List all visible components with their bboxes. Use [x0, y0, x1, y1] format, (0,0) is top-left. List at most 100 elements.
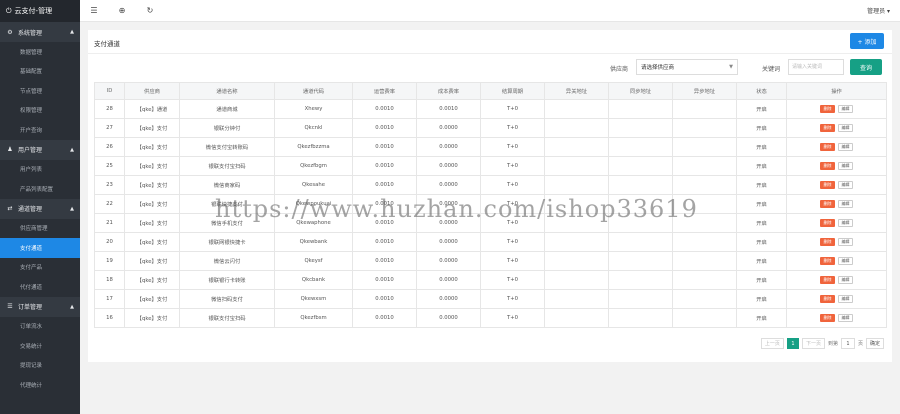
sidebar-item[interactable]: 基础配置 — [0, 62, 80, 82]
sidebar-item[interactable]: 订单流水 — [0, 317, 80, 337]
sidebar-item[interactable]: 代付通道 — [0, 277, 80, 297]
delete-button[interactable]: 删除 — [820, 257, 835, 265]
content-panel: 支付通道 + 添加 供应商 请选择供应商 ▼ 关键词 查询 ID供应商通道名称通… — [88, 30, 892, 362]
table-cell: 0.0000 — [416, 251, 481, 271]
menu-group: ⇄ 通道管理 ▲ 供应商管理 支付通道 支付产品 代付通道 — [0, 198, 80, 297]
edit-button[interactable]: 编辑 — [838, 238, 853, 246]
table-cell — [608, 175, 673, 195]
refresh-icon[interactable]: ↻ — [136, 6, 164, 15]
sidebar-item[interactable]: 交易统计 — [0, 336, 80, 356]
sidebar-item[interactable]: 供应商管理 — [0, 219, 80, 239]
table-row: 28 【qke】通道 通道商城 Xhewy 0.0010 0.0010 T+0 开启 删除 编辑 — [94, 99, 887, 119]
delete-button[interactable]: 删除 — [820, 105, 835, 113]
globe-icon[interactable]: ⊕ — [108, 6, 136, 15]
table-row: 19 【qke】支付 微信云闪付 Qkeysf 0.0010 0.0000 T+0 开启 删除编… — [94, 251, 887, 271]
sidebar-item[interactable]: 数据管理 — [0, 42, 80, 62]
menu-group-header[interactable]: ♟ 用户管理 ▲ — [0, 139, 80, 160]
edit-button[interactable]: 编辑 — [838, 105, 853, 113]
edit-button[interactable]: 编辑 — [838, 257, 853, 265]
table-cell: 0.0010 — [352, 137, 417, 157]
add-button[interactable]: + 添加 — [850, 33, 884, 49]
sidebar-item[interactable]: 支付产品 — [0, 258, 80, 278]
menu-group-header[interactable]: ⚙ 系统管理 ▲ — [0, 22, 80, 42]
edit-button[interactable]: 编辑 — [838, 181, 853, 189]
user-menu[interactable]: 管理员 ▾ — [867, 6, 890, 15]
delete-button[interactable]: 删除 — [820, 124, 835, 132]
table-cell: 【qke】支付 — [124, 156, 180, 176]
edit-button[interactable]: 编辑 — [838, 124, 853, 132]
menu-group-title: 系统管理 — [18, 29, 43, 37]
table-cell: 27 — [94, 118, 125, 138]
delete-button[interactable]: 删除 — [820, 181, 835, 189]
table-cell: Qkeysf — [274, 251, 353, 271]
delete-button[interactable]: 删除 — [820, 276, 835, 284]
sidebar-item[interactable]: 支付通道 — [0, 238, 80, 258]
table-cell: 微信扫码支付 — [179, 289, 275, 309]
delete-button[interactable]: 删除 — [820, 295, 835, 303]
table-cell — [672, 232, 737, 252]
edit-button[interactable]: 编辑 — [838, 295, 853, 303]
table-cell — [544, 194, 609, 214]
sidebar-item[interactable]: 代理统计 — [0, 375, 80, 395]
table-cell — [672, 194, 737, 214]
table-cell — [544, 251, 609, 271]
current-page-button[interactable]: 1 — [786, 338, 799, 349]
table-row: 26 【qke】支付 微信支付宝转账码 Qkezfbzzma 0.0010 0.0000 T… — [94, 137, 887, 157]
table-cell: Xhewy — [274, 99, 353, 119]
delete-button[interactable]: 删除 — [820, 143, 835, 151]
edit-button[interactable]: 编辑 — [838, 276, 853, 284]
edit-button[interactable]: 编辑 — [838, 143, 853, 151]
table-cell: 微信手机支付 — [179, 213, 275, 233]
table-cell: Qkewbank — [274, 232, 353, 252]
sidebar-item[interactable]: 产品列表配置 — [0, 179, 80, 199]
delete-button[interactable]: 删除 — [820, 200, 835, 208]
sidebar-item[interactable]: 提现记录 — [0, 356, 80, 376]
table-cell: 0.0000 — [416, 270, 481, 290]
table-cell: 22 — [94, 194, 125, 214]
table-cell: 开启 — [736, 99, 787, 119]
edit-button[interactable]: 编辑 — [838, 219, 853, 227]
ops-cell: 删除 编辑 — [786, 232, 887, 252]
table-cell: Qkewpoukuai — [274, 194, 353, 214]
table-cell — [608, 99, 673, 119]
menu-group: ♟ 用户管理 ▲ 用户列表 产品列表配置 — [0, 139, 80, 199]
table-cell — [608, 232, 673, 252]
chevron-down-icon: ▼ — [729, 64, 733, 70]
table-cell: T+0 — [480, 308, 545, 328]
table-cell: 0.0010 — [352, 213, 417, 233]
sidebar-item[interactable]: 开户查询 — [0, 120, 80, 140]
table-cell: 【qke】支付 — [124, 232, 180, 252]
ops-cell: 删除 编辑 — [786, 194, 887, 214]
table-cell — [672, 289, 737, 309]
supplier-select[interactable]: 请选择供应商 ▼ — [636, 59, 738, 75]
delete-button[interactable]: 删除 — [820, 238, 835, 246]
sidebar-item[interactable]: 用户列表 — [0, 160, 80, 180]
sidebar-item[interactable]: 权限管理 — [0, 101, 80, 121]
delete-button[interactable]: 删除 — [820, 219, 835, 227]
table-cell — [544, 270, 609, 290]
table-cell — [544, 137, 609, 157]
delete-button[interactable]: 删除 — [820, 314, 835, 322]
menu-group-header[interactable]: ☰ 订单管理 ▲ — [0, 296, 80, 317]
prev-page-button[interactable]: 上一页 — [760, 338, 784, 349]
edit-button[interactable]: 编辑 — [838, 162, 853, 170]
table-cell: 微信支付宝转账码 — [179, 137, 275, 157]
next-page-button[interactable]: 下一页 — [801, 338, 825, 349]
table-cell: T+0 — [480, 213, 545, 233]
table-cell: 0.0000 — [416, 232, 481, 252]
sidebar-item[interactable]: 节点管理 — [0, 81, 80, 101]
query-button[interactable]: 查询 — [850, 59, 882, 75]
delete-button[interactable]: 删除 — [820, 162, 835, 170]
table-cell — [672, 270, 737, 290]
table-cell — [672, 137, 737, 157]
edit-button[interactable]: 编辑 — [838, 314, 853, 322]
table-cell: 开启 — [736, 175, 787, 195]
keyword-input[interactable] — [788, 59, 844, 75]
table-cell — [608, 251, 673, 271]
page-number-input[interactable]: 1 — [840, 338, 855, 349]
table-cell: 0.0010 — [352, 194, 417, 214]
menu-group-header[interactable]: ⇄ 通道管理 ▲ — [0, 198, 80, 219]
confirm-page-button[interactable]: 确定 — [865, 338, 884, 349]
edit-button[interactable]: 编辑 — [838, 200, 853, 208]
menu-toggle-icon[interactable]: ☰ — [80, 6, 108, 15]
